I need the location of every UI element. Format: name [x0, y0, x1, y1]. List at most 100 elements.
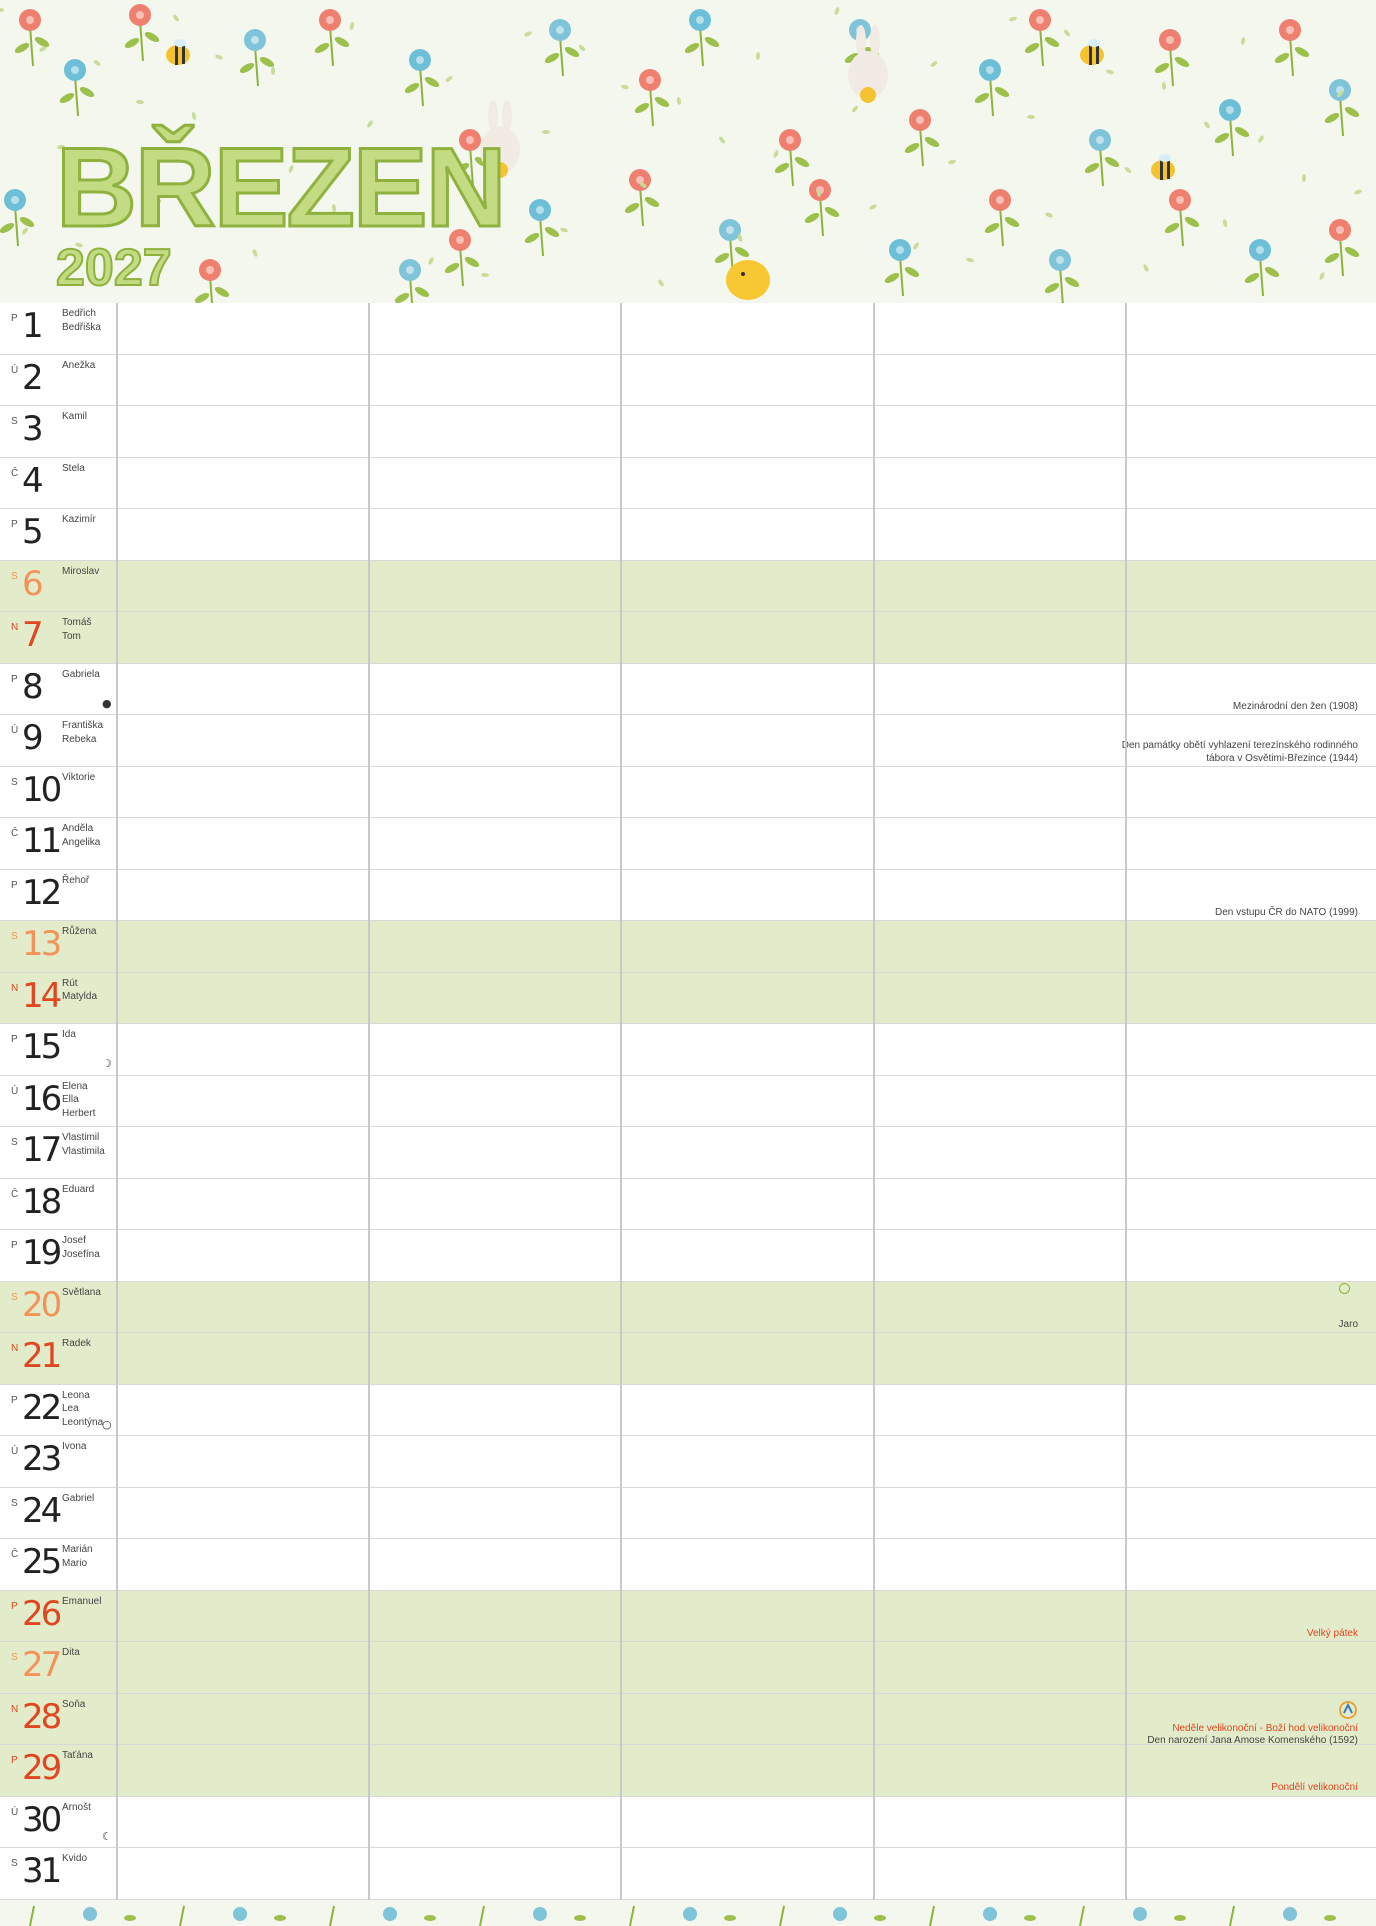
day-number: 3 — [22, 409, 44, 449]
day-row: P 29 Taťána Pondělí velikonoční — [0, 1745, 1376, 1797]
spring-equinox-icon — [1339, 1282, 1350, 1294]
day-row: N 21 Radek — [0, 1333, 1376, 1385]
day-number: 13 — [22, 924, 62, 964]
day-row: P 12 Řehoř Den vstupu ČR do NATO (1999) — [0, 870, 1376, 921]
floral-footer — [0, 1900, 1376, 1926]
day-row: S 31 Kvido — [0, 1848, 1376, 1900]
weekday-letter: P — [11, 879, 18, 891]
day-number: 31 — [22, 1851, 62, 1891]
weekday-letter: Ú — [11, 1806, 19, 1818]
day-number: 20 — [22, 1284, 62, 1325]
day-row: Ú 23 Ivona — [0, 1436, 1376, 1488]
holiday-note: Velký pátek — [1306, 1627, 1358, 1639]
day-row: S 20 Světlana Jaro — [0, 1281, 1376, 1333]
moon-phase-icon: ☾ — [102, 1829, 112, 1843]
weekday-letter: Ú — [11, 725, 19, 736]
name-day: Gabriela — [62, 668, 100, 680]
weekday-letter: Ú — [11, 1446, 19, 1457]
column-divider — [368, 303, 370, 1900]
day-row: S 17 Vlastimil Vlastimila — [0, 1127, 1376, 1179]
day-number: 28 — [22, 1696, 62, 1737]
day-number: 19 — [22, 1233, 62, 1273]
day-row: P 1 Bedřich Bedřiška — [0, 303, 1376, 355]
weekday-letter: P — [11, 1394, 18, 1406]
name-day: Soňa — [62, 1698, 86, 1710]
day-number: 8 — [22, 666, 44, 707]
name-day: Růžena — [62, 926, 97, 937]
name-day: Františka Rebeka — [62, 720, 104, 745]
day-number: 15 — [22, 1027, 62, 1067]
weekday-letter: N — [11, 982, 19, 994]
name-day: Rút Matylda — [62, 977, 98, 1003]
weekday-letter: P — [11, 1240, 18, 1251]
day-number: 10 — [22, 769, 62, 810]
name-day: Ida — [62, 1029, 76, 1040]
name-day: Josef Josefína — [62, 1235, 100, 1260]
event-note: Den památky obětí vyhlazení terezínského… — [1121, 740, 1358, 764]
day-row: Č 4 Stela — [0, 458, 1376, 509]
day-row: S 27 Dita — [0, 1642, 1376, 1694]
year-title: 2027 — [55, 239, 173, 297]
day-row: S 6 Miroslav — [0, 560, 1376, 612]
moon-phase-icon: ● — [102, 696, 112, 710]
weekday-letter: S — [11, 1858, 18, 1869]
day-number: 21 — [22, 1336, 62, 1376]
day-row: N 14 Rút Matylda — [0, 972, 1376, 1024]
day-number: 7 — [22, 615, 44, 655]
day-row: Ú 9 Františka Rebeka Den památky obětí vyhl… — [0, 715, 1376, 767]
name-day: Elena Ella Herbert — [62, 1080, 96, 1119]
name-day: Tomáš Tom — [62, 617, 92, 642]
moon-phase-icon: ○ — [102, 1417, 112, 1431]
name-day: Anežka — [62, 359, 96, 371]
name-day: Arnošt — [62, 1801, 91, 1813]
day-number: 1 — [22, 306, 44, 346]
name-day: Kazimír — [62, 514, 96, 525]
holiday-note: Pondělí velikonoční — [1271, 1782, 1358, 1793]
komensky-logo-icon — [1338, 1700, 1358, 1720]
weekday-letter: S — [11, 1497, 18, 1509]
day-row: P 19 Josef Josefína — [0, 1230, 1376, 1282]
weekday-letter: Ú — [11, 364, 19, 376]
weekday-letter: Č — [11, 828, 19, 839]
weekday-letter: S — [11, 416, 18, 427]
day-number: 12 — [22, 872, 62, 913]
column-divider — [116, 303, 118, 1900]
weekday-letter: P — [11, 1755, 18, 1766]
weekday-letter: N — [11, 1343, 19, 1354]
name-day: Kvido — [62, 1853, 88, 1864]
weekday-letter: P — [11, 673, 18, 685]
weekday-letter: Č — [11, 1549, 19, 1560]
column-divider — [873, 303, 875, 1900]
weekday-letter: N — [11, 1703, 19, 1715]
day-row: S 24 Gabriel — [0, 1488, 1376, 1539]
day-number: 23 — [22, 1439, 62, 1479]
name-day: Světlana — [62, 1286, 101, 1298]
day-number: 22 — [22, 1387, 62, 1428]
day-row: P 22 Leona Lea Leontýna ○ — [0, 1385, 1376, 1436]
day-number: 2 — [22, 357, 44, 398]
day-row: N 28 Soňa Neděle velikonoční - Boží hod vel… — [0, 1693, 1376, 1746]
event-note: Jaro — [1338, 1318, 1358, 1330]
day-row: N 7 Tomáš Tom — [0, 612, 1376, 664]
name-day: Eduard — [62, 1183, 95, 1195]
weekday-letter: N — [11, 622, 19, 633]
day-number: 5 — [22, 512, 44, 552]
weekday-letter: P — [11, 1600, 18, 1612]
day-number: 9 — [22, 718, 44, 758]
name-day: Marián Mario — [62, 1544, 93, 1569]
day-row: P 8 Gabriela ● Mezinárodní den žen (1908) — [0, 664, 1376, 715]
day-row: S 3 Kamil — [0, 406, 1376, 458]
name-day: Emanuel — [62, 1595, 102, 1607]
day-row: Ú 2 Anežka — [0, 355, 1376, 406]
name-day: Anděla Angelika — [62, 823, 101, 848]
day-row: P 26 Emanuel Velký pátek — [0, 1590, 1376, 1642]
month-title: BŘEZEN — [54, 125, 507, 250]
weekday-letter: Č — [11, 1188, 19, 1200]
day-number: 27 — [22, 1645, 62, 1685]
column-divider — [620, 303, 622, 1900]
weekday-letter: S — [11, 1652, 18, 1663]
name-day: Dita — [62, 1647, 80, 1658]
day-number: 30 — [22, 1799, 62, 1840]
day-row: Ú 16 Elena Ella Herbert — [0, 1076, 1376, 1127]
day-row: P 15 Ida ☽ — [0, 1024, 1376, 1076]
